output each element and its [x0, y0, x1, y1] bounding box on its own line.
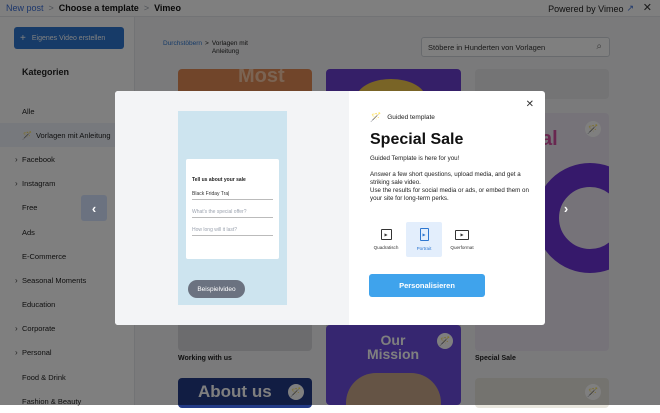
sample-video-button[interactable]: Beispielvideo: [188, 280, 245, 298]
next-template-button[interactable]: ›: [553, 195, 579, 221]
guided-template-text: Guided template: [387, 114, 435, 121]
portrait-format-icon: ▶: [419, 228, 429, 241]
portrait-preview: Tell us about your sale Black Friday Tra…: [178, 111, 287, 305]
format-label: Quadratisch: [373, 245, 399, 250]
format-selector: ▶ Quadratisch ▶ Portrait ▶ Querformat: [368, 222, 480, 257]
form-field-duration: How long will it last?: [192, 227, 273, 236]
form-field-offer: What's the special offer?: [192, 209, 273, 218]
preview-pane: Tell us about your sale Black Friday Tra…: [115, 91, 349, 325]
modal-description-line: Use the results for social media or ads,…: [370, 187, 529, 202]
personalize-button[interactable]: Personalisieren: [369, 274, 485, 297]
modal-subtitle: Guided Template is here for you!: [370, 155, 460, 162]
form-field-name: Black Friday Tra|: [192, 191, 273, 200]
square-format-icon: ▶: [380, 229, 392, 240]
close-icon[interactable]: ✕: [526, 99, 534, 110]
format-portrait-option[interactable]: ▶ Portrait: [406, 222, 442, 257]
preview-form: Tell us about your sale Black Friday Tra…: [186, 159, 279, 259]
landscape-format-icon: ▶: [455, 229, 469, 240]
format-label: Querformat: [450, 244, 474, 250]
format-label: Portrait: [416, 246, 432, 251]
modal-description: Answer a few short questions, upload med…: [370, 171, 535, 203]
wand-icon: 🪄: [370, 112, 382, 122]
details-pane: ✕ 🪄 Guided template Special Sale Guided …: [349, 91, 545, 325]
form-title: Tell us about your sale: [192, 177, 246, 183]
chevron-right-icon: ›: [563, 200, 569, 216]
modal-title: Special Sale: [370, 131, 464, 148]
format-square-option[interactable]: ▶ Quadratisch: [368, 222, 404, 257]
template-preview-modal: Tell us about your sale Black Friday Tra…: [115, 91, 545, 325]
format-landscape-option[interactable]: ▶ Querformat: [444, 222, 480, 257]
previous-template-button[interactable]: ‹: [81, 195, 107, 221]
modal-description-line: Answer a few short questions, upload med…: [370, 171, 521, 186]
guided-template-label: 🪄 Guided template: [370, 112, 435, 123]
chevron-left-icon: ‹: [91, 200, 97, 216]
